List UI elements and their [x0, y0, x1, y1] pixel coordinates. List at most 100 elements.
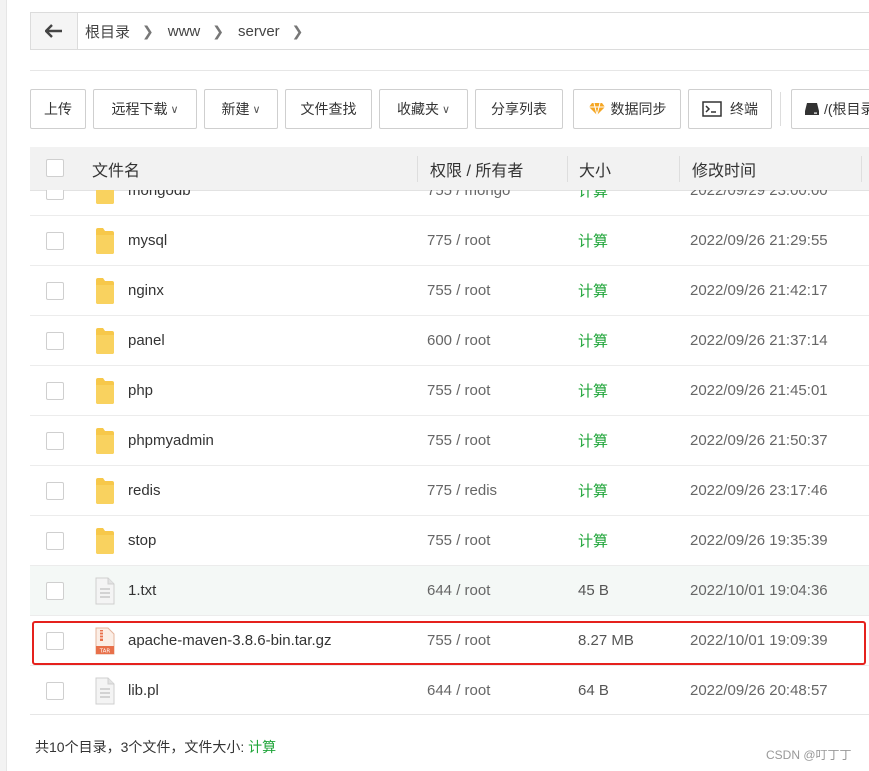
row-checkbox[interactable] — [46, 282, 64, 300]
table-row[interactable]: mysql 775 / root 计算 2022/09/26 21:29:55 — [30, 216, 869, 266]
folder-icon — [94, 377, 116, 409]
file-name[interactable]: phpmyadmin — [128, 416, 214, 465]
header-permission[interactable]: 权限 / 所有者 — [430, 147, 523, 190]
breadcrumb: 根目录 ❯ www ❯ server ❯ — [30, 12, 869, 50]
calculate-size-link[interactable]: 计算 — [578, 416, 608, 465]
file-modified-time: 2022/09/26 21:37:14 — [690, 332, 828, 349]
file-modified-time: 2022/09/26 21:42:17 — [690, 282, 828, 299]
share-list-button[interactable]: 分享列表 — [475, 89, 563, 129]
table-row[interactable]: stop 755 / root 计算 2022/09/26 19:35:39 — [30, 516, 869, 566]
file-permission[interactable]: 755 / mongo — [427, 190, 510, 215]
table-row[interactable]: panel 600 / root 计算 2022/09/26 21:37:14 — [30, 316, 869, 366]
file-permission[interactable]: 775 / redis — [427, 466, 497, 515]
breadcrumb-item-www[interactable]: www — [168, 23, 201, 40]
column-divider — [417, 156, 418, 182]
summary-text: 共10个目录，3个文件，文件大小: — [35, 739, 249, 755]
row-checkbox[interactable] — [46, 232, 64, 250]
row-checkbox[interactable] — [46, 482, 64, 500]
terminal-label: 终端 — [730, 101, 758, 117]
file-name[interactable]: redis — [128, 466, 161, 515]
folder-icon — [94, 190, 116, 209]
table-row[interactable]: lib.pl 644 / root 64 B 2022/09/26 20:48:… — [30, 666, 869, 715]
text-file-icon — [94, 577, 116, 609]
disk-button[interactable]: /(根目录 — [791, 89, 869, 129]
select-all-checkbox[interactable] — [46, 159, 64, 177]
divider — [30, 70, 869, 71]
file-permission[interactable]: 775 / root — [427, 216, 490, 265]
folder-summary: 共10个目录，3个文件，文件大小: 计算 — [35, 737, 276, 757]
column-divider — [567, 156, 568, 182]
calculate-size-link[interactable]: 计算 — [578, 466, 608, 515]
file-permission[interactable]: 644 / root — [427, 666, 490, 715]
favorites-button[interactable]: 收藏夹 ∨ — [379, 89, 468, 129]
file-permission[interactable]: 755 / root — [427, 366, 490, 415]
folder-icon — [94, 527, 116, 559]
data-sync-button[interactable]: 数据同步 — [573, 89, 681, 129]
chevron-down-icon: ∨ — [441, 103, 451, 116]
table-row[interactable]: 1.txt 644 / root 45 B 2022/10/01 19:04:3… — [30, 566, 869, 616]
back-button[interactable] — [31, 13, 78, 49]
file-modified-time: 2022/09/26 21:50:37 — [690, 432, 828, 449]
file-search-button[interactable]: 文件查找 — [285, 89, 372, 129]
file-size[interactable]: 45 B — [578, 566, 609, 615]
chevron-right-icon: ❯ — [142, 22, 154, 39]
file-modified-time: 2022/09/26 23:17:46 — [690, 482, 828, 499]
row-checkbox[interactable] — [46, 332, 64, 350]
file-name[interactable]: stop — [128, 516, 156, 565]
file-name[interactable]: mysql — [128, 216, 167, 265]
file-name[interactable]: lib.pl — [128, 666, 159, 715]
file-permission[interactable]: 600 / root — [427, 316, 490, 365]
file-size[interactable]: 64 B — [578, 666, 609, 715]
share-list-label: 分享列表 — [491, 101, 547, 117]
terminal-button[interactable]: 终端 — [688, 89, 772, 129]
file-name[interactable]: 1.txt — [128, 566, 156, 615]
header-size[interactable]: 大小 — [579, 147, 611, 190]
table-row[interactable]: phpmyadmin 755 / root 计算 2022/09/26 21:5… — [30, 416, 869, 466]
disk-icon — [805, 103, 819, 115]
calculate-size-link[interactable]: 计算 — [578, 516, 608, 565]
file-name[interactable]: php — [128, 366, 153, 415]
table-row[interactable]: redis 775 / redis 计算 2022/09/26 23:17:46 — [30, 466, 869, 516]
calculate-size-link[interactable]: 计算 — [578, 366, 608, 415]
file-permission[interactable]: 644 / root — [427, 566, 490, 615]
header-name[interactable]: 文件名 — [92, 147, 140, 190]
chevron-right-icon: ❯ — [291, 22, 304, 39]
file-name[interactable]: nginx — [128, 266, 164, 315]
watermark: CSDN @叮丁丁 — [766, 748, 852, 762]
calculate-size-link[interactable]: 计算 — [578, 316, 608, 365]
highlight-annotation — [32, 621, 866, 665]
calculate-size-link[interactable]: 计算 — [578, 216, 608, 265]
row-checkbox[interactable] — [46, 582, 64, 600]
folder-icon — [94, 427, 116, 459]
row-checkbox[interactable] — [46, 682, 64, 700]
table-row[interactable]: mongodb 755 / mongo 计算 2022/09/29 23:00:… — [30, 190, 869, 216]
folder-icon — [94, 477, 116, 509]
file-modified-time: 2022/09/29 23:00:00 — [690, 190, 828, 199]
remote-download-button[interactable]: 远程下载 ∨ — [93, 89, 197, 129]
calculate-size-link[interactable]: 计算 — [248, 739, 276, 755]
upload-label: 上传 — [44, 101, 72, 117]
file-modified-time: 2022/09/26 21:29:55 — [690, 232, 828, 249]
new-button[interactable]: 新建 ∨ — [204, 89, 278, 129]
column-divider — [861, 156, 862, 182]
breadcrumb-item-server[interactable]: server — [238, 23, 280, 40]
breadcrumb-item-root[interactable]: 根目录 — [85, 21, 130, 42]
diamond-icon — [588, 102, 605, 116]
file-permission[interactable]: 755 / root — [427, 266, 490, 315]
chevron-down-icon: ∨ — [170, 103, 179, 116]
header-modified-time[interactable]: 修改时间 — [692, 147, 756, 190]
file-permission[interactable]: 755 / root — [427, 516, 490, 565]
table-row[interactable]: php 755 / root 计算 2022/09/26 21:45:01 — [30, 366, 869, 416]
calculate-size-link[interactable]: 计算 — [578, 266, 608, 315]
row-checkbox[interactable] — [46, 382, 64, 400]
calculate-size-link[interactable]: 计算 — [578, 190, 608, 215]
table-row[interactable]: nginx 755 / root 计算 2022/09/26 21:42:17 — [30, 266, 869, 316]
file-name[interactable]: panel — [128, 316, 165, 365]
row-checkbox[interactable] — [46, 532, 64, 550]
file-name[interactable]: mongodb — [128, 190, 191, 215]
row-checkbox[interactable] — [46, 190, 64, 200]
folder-icon — [94, 327, 116, 359]
upload-button[interactable]: 上传 — [30, 89, 86, 129]
row-checkbox[interactable] — [46, 432, 64, 450]
file-permission[interactable]: 755 / root — [427, 416, 490, 465]
